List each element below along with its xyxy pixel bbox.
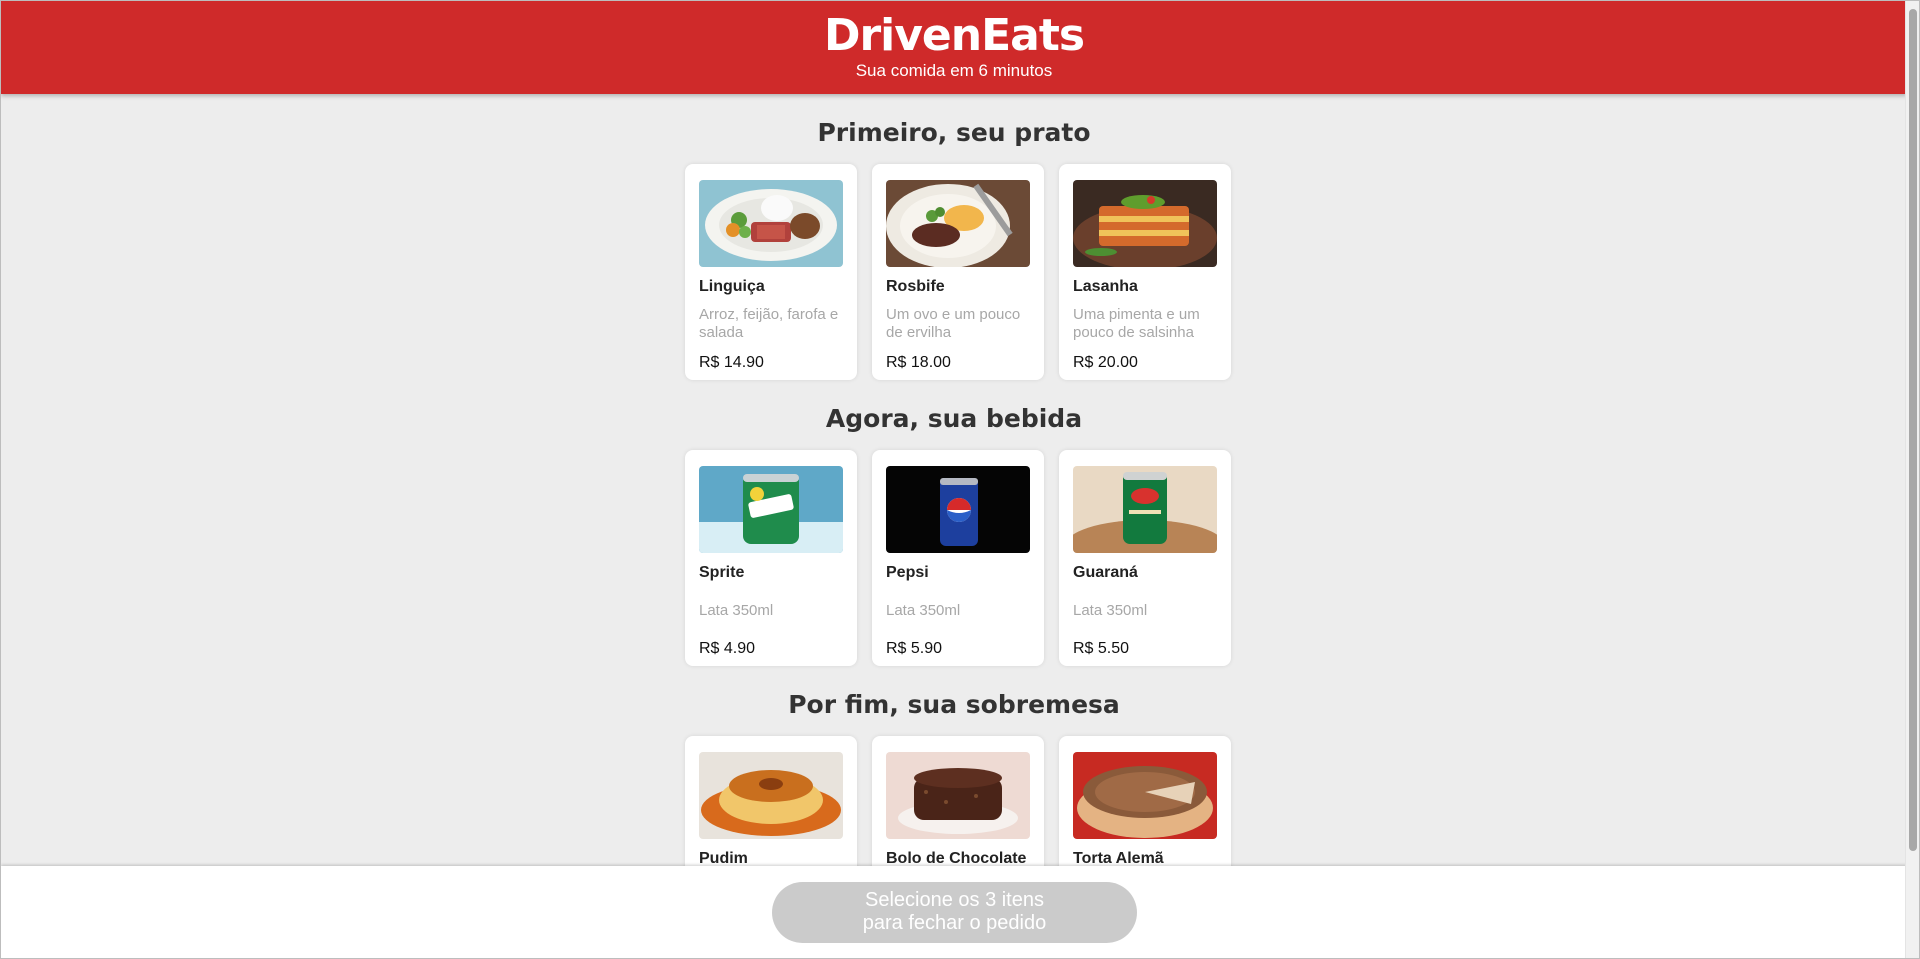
checkout-button-line1: Selecione os 3 itens [864,889,1044,911]
linguica-plate-image [699,180,843,267]
item-description: Lata 350ml [886,602,961,619]
pudim-dessert-image [699,752,843,839]
item-price: R$ 4.90 [699,640,756,657]
item-price: R$ 5.90 [886,640,943,657]
checkout-button[interactable]: Selecione os 3 itens para fechar o pedid… [772,882,1137,943]
top-bar: DrivenEats Sua comida em 6 minutos [1,1,1907,94]
item-name: Pepsi [886,564,929,581]
menu-card-guarana[interactable]: Guaraná Lata 350ml R$ 5.50 [1059,450,1231,666]
item-name: Sprite [699,564,745,581]
sprite-can-image [699,466,843,553]
section-title-desserts: Por fim, sua sobremesa [788,690,1120,719]
item-name: Guaraná [1073,564,1138,581]
item-name: Bolo de Chocolate [886,850,1027,866]
item-description: Um ovo e um pouco de ervilha [886,306,1021,341]
brand-logo: DrivenEats [823,10,1085,61]
bolo-chocolate-image [886,752,1030,839]
checkout-button-line2: para fechar o pedido [862,912,1047,934]
menu-card-rosbife[interactable]: Rosbife Um ovo e um pouco de ervilha R$ … [872,164,1044,380]
tagline: Sua comida em 6 minutos [855,61,1053,80]
menu-card-bolo-chocolate[interactable]: Bolo de Chocolate [872,736,1044,866]
item-name: Pudim [699,850,748,866]
vertical-scrollbar[interactable] [1905,1,1919,958]
menu-main: Primeiro, seu prato Linguiça Arroz, feij [1,94,1907,866]
menu-card-torta-alema[interactable]: Torta Alemã [1059,736,1231,866]
item-name: Rosbife [886,278,945,295]
section-title-dishes: Primeiro, seu prato [817,118,1091,147]
item-description: Lata 350ml [699,602,774,619]
item-name: Linguiça [699,278,765,295]
item-description: Uma pimenta e um pouco de salsinha [1073,306,1200,341]
torta-alema-image [1073,752,1217,839]
item-price: R$ 20.00 [1073,354,1138,371]
item-description: Lata 350ml [1073,602,1148,619]
item-name: Torta Alemã [1073,850,1164,866]
menu-card-linguica[interactable]: Linguiça Arroz, feijão, farofa e salada … [685,164,857,380]
item-price: R$ 5.50 [1073,640,1130,657]
menu-card-pudim[interactable]: Pudim [685,736,857,866]
item-price: R$ 18.00 [886,354,951,371]
rosbife-plate-image [886,180,1030,267]
scrollbar-thumb[interactable] [1909,9,1917,851]
menu-card-pepsi[interactable]: Pepsi Lata 350ml R$ 5.90 [872,450,1044,666]
bottom-bar: Selecione os 3 itens para fechar o pedid… [1,866,1907,958]
section-title-drinks: Agora, sua bebida [825,404,1083,433]
pepsi-can-image [886,466,1030,553]
menu-card-lasanha[interactable]: Lasanha Uma pimenta e um pouco de salsin… [1059,164,1231,380]
menu-card-sprite[interactable]: Sprite Lata 350ml R$ 4.90 [685,450,857,666]
guarana-can-image [1073,466,1217,553]
item-price: R$ 14.90 [699,354,764,371]
browser-viewport: DrivenEats Sua comida em 6 minutos Prime… [0,0,1920,959]
item-name: Lasanha [1073,278,1138,295]
lasanha-plate-image [1073,180,1217,267]
item-description: Arroz, feijão, farofa e salada [699,306,839,341]
